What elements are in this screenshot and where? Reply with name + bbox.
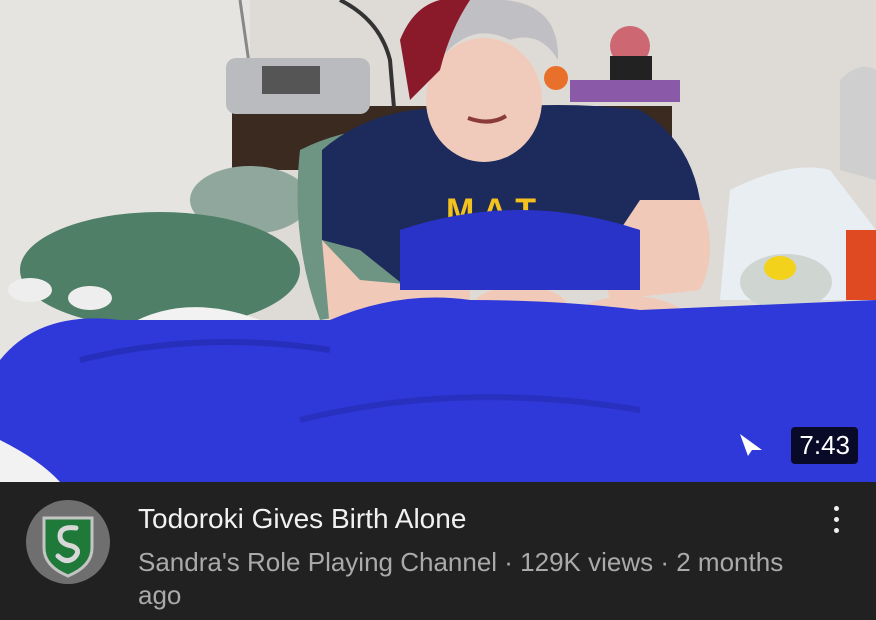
cast-pointer-icon [740,434,762,456]
video-thumbnail[interactable]: M A T 7:43 [0,0,876,482]
video-metadata: Sandra's Role Playing Channel · 129K vie… [138,547,784,610]
slytherin-crest-icon [26,500,110,584]
video-info-row[interactable]: Todoroki Gives Birth Alone Sandra's Role… [0,482,876,620]
thumbnail-image: M A T [0,0,876,482]
channel-avatar[interactable] [26,500,110,584]
video-title[interactable]: Todoroki Gives Birth Alone [138,502,798,536]
more-vertical-icon[interactable] [826,506,846,536]
video-duration-badge: 7:43 [791,427,858,464]
